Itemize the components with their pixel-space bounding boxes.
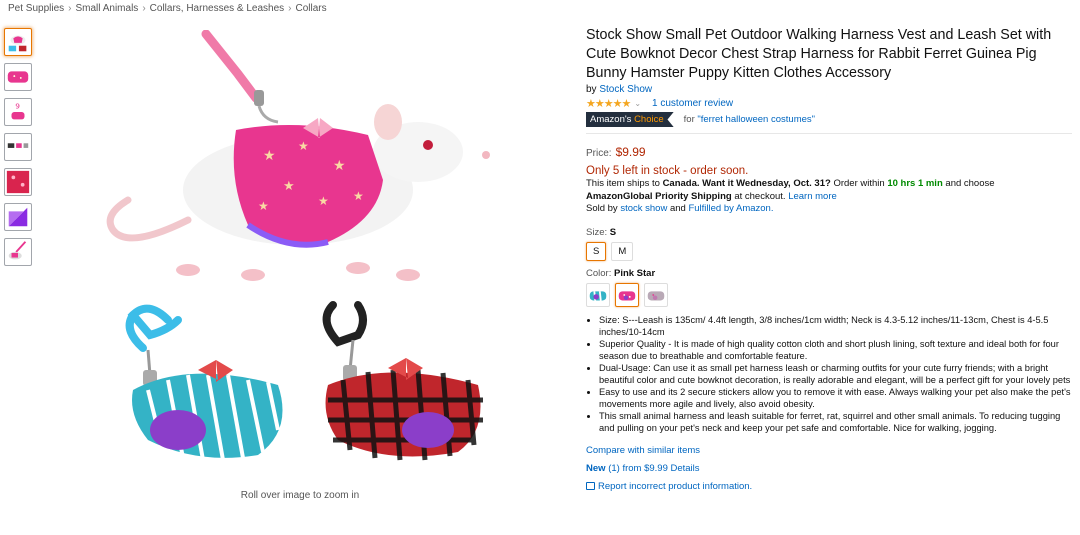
product-detail: Stock Show Small Pet Outdoor Walking Har… xyxy=(586,26,1072,499)
feature-bullet: Dual-Usage: Can use it as small pet harn… xyxy=(599,362,1072,386)
breadcrumb: Pet Supplies › Small Animals › Collars, Harn… xyxy=(8,3,327,14)
new-offers-link[interactable]: (1) from $9.99 Details xyxy=(608,463,699,474)
size-label-text: Size: xyxy=(586,226,608,238)
product-title: Stock Show Small Pet Outdoor Walking Har… xyxy=(586,27,1052,81)
byline: by Stock Show xyxy=(586,84,1072,95)
sold-by-prefix: Sold by xyxy=(586,203,618,214)
report-icon xyxy=(586,482,595,490)
feature-bullets: Size: S---Leash is 135cm/ 4.4ft length, … xyxy=(586,314,1072,434)
compare-similar-link[interactable]: Compare with similar items xyxy=(586,445,700,456)
fulfilled-by-amazon-link[interactable]: Fulfilled by Amazon. xyxy=(688,203,773,214)
chevron-down-icon[interactable]: ⌄ xyxy=(634,99,641,108)
color-selected-value: Pink Star xyxy=(613,267,656,279)
seller-link[interactable]: stock show xyxy=(620,203,667,214)
breadcrumb-separator: › xyxy=(68,3,72,14)
thumbnail-4[interactable] xyxy=(4,133,32,161)
svg-text:★: ★ xyxy=(333,158,346,174)
size-label: Size: S xyxy=(586,227,1072,238)
svg-text:9: 9 xyxy=(15,101,20,110)
main-product-image[interactable]: ★ ★ ★ ★ ★ ★ ★ xyxy=(88,30,518,470)
ships-choose: and choose xyxy=(945,178,995,189)
stock-status: Only 5 left in stock - order soon. xyxy=(586,165,749,177)
size-selector: S M xyxy=(586,241,1072,261)
shipping-info: This item ships to Canada. Want it Wedne… xyxy=(586,178,1072,216)
color-label-text: Color: xyxy=(586,267,612,279)
choice-for-prefix: for xyxy=(683,114,695,125)
svg-text:★: ★ xyxy=(318,194,329,208)
svg-text:★: ★ xyxy=(263,148,276,164)
brand-link[interactable]: Stock Show xyxy=(599,84,652,95)
report-incorrect-info-link[interactable]: Report incorrect product information. xyxy=(598,481,752,492)
feature-bullet: Easy to use and its 2 secure stickers al… xyxy=(599,386,1072,410)
thumbnail-strip: 9 xyxy=(4,28,33,273)
choice-badge-accent: Choice xyxy=(634,114,664,125)
feature-bullet: Size: S---Leash is 135cm/ 4.4ft length, … xyxy=(599,314,1072,338)
color-swatch-blue[interactable] xyxy=(586,282,610,307)
ships-delivery-date: Want it Wednesday, Oct. 31? xyxy=(702,178,831,189)
bottom-links: Compare with similar items New (1) from … xyxy=(586,445,1072,492)
choice-for: for "ferret halloween costumes" xyxy=(684,114,815,125)
price-value: $9.99 xyxy=(615,145,646,159)
svg-text:★: ★ xyxy=(298,139,309,153)
ships-countdown: 10 hrs 1 min xyxy=(887,178,943,189)
size-option-m[interactable]: M xyxy=(611,241,634,261)
size-selected-value: S xyxy=(609,226,617,238)
report-row: Report incorrect product information. xyxy=(586,481,1072,492)
price-row: Price: $9.99 xyxy=(586,145,1072,159)
ships-global-priority: AmazonGlobal Priority Shipping xyxy=(586,190,732,202)
choice-search-term-link[interactable]: "ferret halloween costumes" xyxy=(697,114,815,125)
color-swatch-pink-star[interactable] xyxy=(615,282,639,307)
customer-review-link[interactable]: 1 customer review xyxy=(652,98,733,109)
new-offers-label[interactable]: New xyxy=(586,463,606,474)
feature-bullet: Superior Quality - It is made of high qu… xyxy=(599,338,1072,362)
thumbnail-7[interactable] xyxy=(4,238,32,266)
learn-more-link[interactable]: Learn more xyxy=(788,191,837,202)
feature-bullet: This small animal harness and leash suit… xyxy=(599,410,1072,434)
thumbnail-5[interactable] xyxy=(4,168,32,196)
sold-and: and xyxy=(669,203,686,214)
breadcrumb-pet-supplies[interactable]: Pet Supplies xyxy=(8,3,64,14)
choice-badge-brand: Amazon's xyxy=(590,114,632,125)
color-label: Color: Pink Star xyxy=(586,268,1072,279)
color-swatches xyxy=(586,282,1072,307)
breadcrumb-collars[interactable]: Collars xyxy=(296,3,327,14)
size-option-s[interactable]: S xyxy=(586,241,607,261)
thumbnail-2[interactable] xyxy=(4,63,32,91)
svg-text:★: ★ xyxy=(283,179,295,194)
breadcrumb-collars-harnesses-leashes[interactable]: Collars, Harnesses & Leashes xyxy=(150,3,285,14)
thumbnail-3[interactable]: 9 xyxy=(4,98,32,126)
ships-checkout: at checkout. xyxy=(734,190,786,202)
svg-text:★: ★ xyxy=(353,189,364,203)
by-prefix: by xyxy=(586,84,597,95)
amazons-choice-row: Amazon's Choice for "ferret halloween co… xyxy=(586,112,1072,134)
ships-country: Canada. xyxy=(662,178,700,189)
ships-text: This item ships to xyxy=(586,178,660,189)
ships-order-within: Order within xyxy=(833,178,885,189)
color-swatch-grey[interactable] xyxy=(644,282,668,307)
svg-text:★: ★ xyxy=(258,199,269,213)
price-label: Price: xyxy=(586,148,612,159)
thumbnail-1[interactable] xyxy=(4,28,32,56)
thumbnail-6[interactable] xyxy=(4,203,32,231)
breadcrumb-small-animals[interactable]: Small Animals xyxy=(76,3,139,14)
star-rating-icon[interactable]: ★★★★★ xyxy=(586,97,631,110)
new-offers: New (1) from $9.99 Details xyxy=(586,463,1072,474)
rating-row: ★★★★★ ⌄ 1 customer review xyxy=(586,96,1072,110)
amazons-choice-badge: Amazon's Choice xyxy=(586,112,674,127)
breadcrumb-separator: › xyxy=(142,3,146,14)
breadcrumb-separator: › xyxy=(288,3,292,14)
zoom-hint: Roll over image to zoom in xyxy=(240,490,360,501)
